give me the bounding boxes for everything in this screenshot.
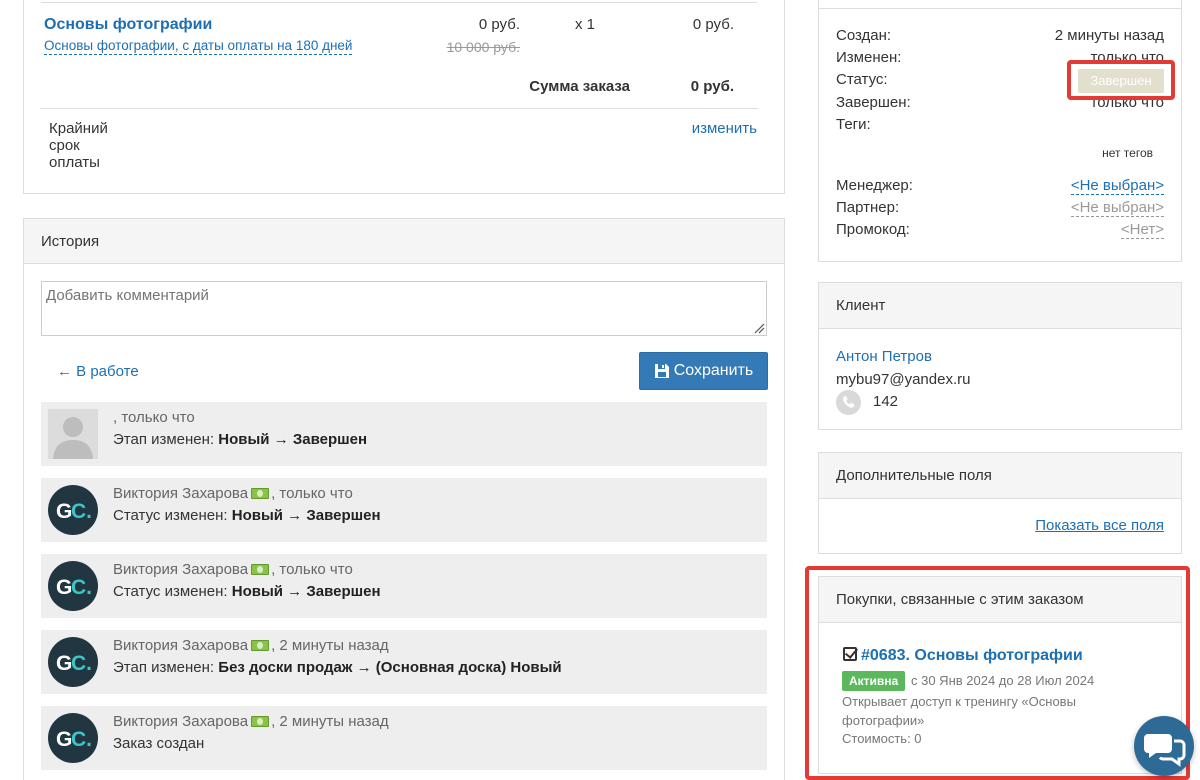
phone-icon (836, 390, 861, 415)
history-entry: , только что Этап изменен: Новый → Завер… (41, 402, 767, 466)
history-action: Заказ создан (113, 735, 205, 752)
history-author: Виктория Захарова (113, 561, 249, 578)
history-time: , 2 минуты назад (271, 713, 389, 730)
history-entry: G C. Виктория Захарова , 2 минуты назад Э… (41, 630, 767, 694)
history-action: Статус изменен: (113, 583, 228, 600)
banknote-icon (251, 564, 270, 575)
client-name-link[interactable]: Антон Петров (836, 348, 932, 365)
user-placeholder-avatar (48, 409, 98, 459)
history-action: Статус изменен: (113, 507, 228, 524)
history-entry: G C. Виктория Захарова , только что Стату… (41, 478, 767, 542)
product-offer-link[interactable]: Основы фотографии, с даты оплаты на 180 … (44, 38, 353, 55)
history-time: , 2 минуты назад (271, 637, 389, 654)
purchases-highlight-frame (805, 566, 1190, 780)
product-old-price: 10 000 руб. (446, 39, 520, 55)
history-title: История (24, 219, 784, 264)
banknote-icon (251, 716, 270, 727)
order-sum-value: 0 руб. (690, 78, 734, 95)
client-panel-title: Клиент (819, 283, 1181, 329)
history-change: Новый → Завершен (231, 583, 381, 600)
promo-select-link[interactable]: <Нет> (1120, 221, 1164, 239)
history-author: Виктория Захарова (113, 485, 249, 502)
created-label: Создан: (836, 27, 892, 44)
history-change: Новый → Завершен (231, 507, 381, 524)
product-title-link[interactable]: Основы фотографии (44, 16, 212, 34)
gc-logo-avatar: G C. (48, 713, 98, 763)
history-action: Этап изменен: (113, 431, 215, 448)
banknote-icon (251, 640, 270, 651)
partner-label: Партнер: (836, 199, 900, 216)
manager-label: Менеджер: (836, 177, 913, 194)
svg-text:C.: C. (71, 652, 92, 675)
comment-input[interactable] (41, 281, 767, 336)
product-price: 0 руб. (478, 16, 520, 33)
chat-widget-button[interactable] (1134, 716, 1194, 776)
history-author: Виктория Захарова (113, 713, 249, 730)
client-panel: Клиент Антон Петров mybu97@yandex.ru 142 (818, 282, 1182, 430)
history-entry: G C. Виктория Захарова , только что Стату… (41, 554, 767, 618)
tags-label: Теги: (836, 116, 871, 133)
product-quantity: x 1 (574, 16, 595, 33)
svg-text:G: G (56, 576, 72, 599)
history-change: Без доски продаж → (Основная доска) Новы… (218, 659, 562, 676)
history-change: Новый → Завершен (218, 431, 368, 448)
client-phone: 142 (873, 393, 899, 410)
gc-logo-avatar: G C. (48, 561, 98, 611)
changed-label: Изменен: (836, 49, 902, 66)
client-email: mybu97@yandex.ru (836, 371, 971, 388)
product-line-total: 0 руб. (692, 16, 734, 33)
payment-deadline-change-link[interactable]: изменить (663, 120, 757, 137)
chat-icon (1144, 734, 1186, 767)
gc-logo-avatar: G C. (48, 637, 98, 687)
payment-deadline-label: Крайний срок оплаты (49, 120, 108, 171)
order-sum-label: Сумма заказа (529, 78, 630, 95)
history-panel: История ← В работе Сохранить , только чт… (23, 218, 785, 780)
history-entry: G C. Виктория Захарова , 2 минуты назад З… (41, 706, 767, 770)
svg-text:C.: C. (71, 728, 92, 751)
svg-text:G: G (56, 500, 72, 523)
svg-text:G: G (56, 652, 72, 675)
svg-text:G: G (56, 728, 72, 751)
svg-text:C.: C. (71, 576, 92, 599)
order-status-panel: Создан: 2 минуты назад Изменен: только ч… (818, 0, 1182, 262)
extra-fields-title: Дополнительные поля (819, 453, 1181, 499)
show-all-fields-link[interactable]: Показать все поля (1035, 517, 1164, 534)
created-value: 2 минуты назад (1054, 27, 1164, 44)
history-author: Виктория Захарова (113, 637, 249, 654)
back-to-in-progress-link[interactable]: ← В работе (57, 363, 139, 380)
promo-label: Промокод: (836, 221, 910, 238)
extra-fields-panel: Дополнительные поля Показать все поля (818, 452, 1182, 554)
svg-text:C.: C. (71, 500, 92, 523)
tags-value: нет тегов (1102, 146, 1153, 160)
save-comment-button[interactable]: Сохранить (639, 352, 768, 390)
save-button-label: Сохранить (673, 362, 754, 379)
history-time: , только что (271, 561, 353, 578)
banknote-icon (251, 488, 270, 499)
floppy-icon (654, 364, 669, 378)
status-label: Статус: (836, 71, 888, 88)
history-action: Этап изменен: (113, 659, 215, 676)
resize-grip-icon[interactable] (753, 322, 765, 334)
manager-select-link[interactable]: <Не выбран> (1070, 177, 1164, 195)
history-time: , только что (271, 485, 353, 502)
status-highlight-frame (1067, 60, 1175, 100)
completed-label: Завершен: (836, 94, 911, 111)
history-time: , только что (113, 409, 195, 426)
partner-select-link[interactable]: <Не выбран> (1070, 199, 1164, 217)
gc-logo-avatar: G C. (48, 485, 98, 535)
